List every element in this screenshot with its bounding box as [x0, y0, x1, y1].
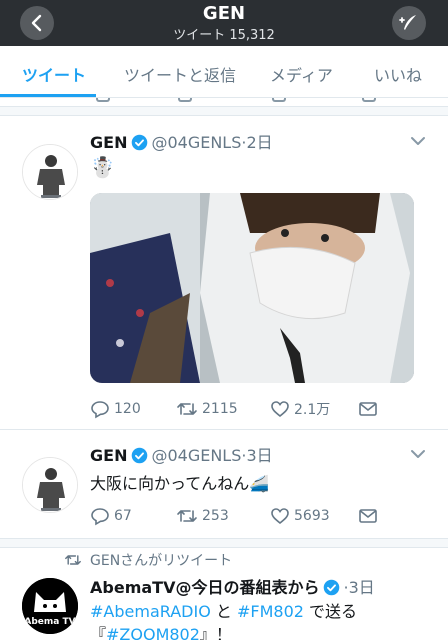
reply-icon: [91, 401, 109, 419]
avatar-figure: [23, 458, 77, 512]
tweet-text: 』！: [199, 625, 232, 640]
retweet-button[interactable]: 2115: [176, 399, 238, 419]
user-handle[interactable]: @04GENLS: [151, 133, 241, 152]
divider: [0, 538, 448, 548]
tweet-media-image[interactable]: [90, 193, 414, 383]
tweet-text: 『: [90, 625, 107, 640]
selfie-photo: [90, 193, 414, 383]
header-title: GEN: [202, 3, 246, 24]
like-button[interactable]: 5693: [270, 506, 330, 526]
tweet-text: 大阪に向かってんねん🚄: [90, 474, 270, 493]
tab-media[interactable]: メディア: [270, 62, 333, 86]
reply-count: 67: [114, 508, 132, 524]
hashtag-link[interactable]: #ZOOM802: [106, 625, 200, 640]
tweet-text: と: [210, 602, 237, 621]
chevron-down-icon[interactable]: [410, 448, 426, 460]
tweet-header: GEN @04GENLS·2日: [90, 133, 273, 152]
tweet-text: で送る: [303, 602, 358, 621]
tweet-actions: 67 253 5693: [90, 506, 390, 530]
tweet-timestamp[interactable]: 3日: [349, 578, 375, 597]
reply-count: 120: [114, 401, 141, 417]
avatar[interactable]: [22, 457, 78, 513]
share-button[interactable]: [358, 399, 382, 419]
tweet-header: AbemaTV@今日の番組表から ·3日: [90, 578, 375, 597]
tweet-text-line: 『#ZOOM802』！: [90, 621, 232, 640]
share-button[interactable]: [358, 506, 382, 526]
retweet-icon: [65, 555, 81, 565]
like-count: 2.1万: [294, 402, 331, 418]
tab-likes[interactable]: いいね: [374, 62, 422, 86]
avatar[interactable]: Abema TV: [22, 578, 78, 634]
tweet-card[interactable]: GEN @04GENLS·3日 大阪に向かってんねん🚄 67 253 5693: [0, 430, 448, 538]
verified-badge-icon: [132, 134, 148, 151]
abema-logo: Abema TV: [22, 578, 78, 634]
heart-icon: [271, 508, 289, 525]
verified-badge-icon: [132, 447, 148, 464]
abema-logo-text: Abema TV: [24, 617, 75, 627]
heart-icon: [271, 401, 289, 418]
chevron-down-icon[interactable]: [410, 135, 426, 147]
tweet-timestamp[interactable]: 3日: [246, 446, 272, 465]
profile-header: GEN ツイート 15,312: [0, 0, 448, 46]
tab-tweets-and-replies[interactable]: ツイートと返信: [124, 62, 236, 86]
tweet-timestamp[interactable]: 2日: [246, 133, 272, 152]
tweet-text: ☃️: [90, 155, 115, 179]
avatar[interactable]: [22, 144, 78, 200]
retweet-context-label: GENさんがリツイート: [90, 553, 233, 569]
tweet-header: GEN @04GENLS·3日: [90, 446, 273, 465]
retweet-count: 253: [202, 508, 229, 524]
compose-tweet-button[interactable]: [392, 6, 426, 40]
like-count: 5693: [294, 508, 330, 524]
retweet-count: 2115: [202, 401, 238, 417]
tab-tweets[interactable]: ツイート: [22, 62, 86, 86]
reply-button[interactable]: 120: [90, 399, 141, 419]
divider: [0, 106, 448, 116]
display-name[interactable]: GEN: [90, 446, 127, 465]
header-tweet-count: ツイート 15,312: [173, 28, 275, 43]
display-name[interactable]: GEN: [90, 133, 127, 152]
retweet-context[interactable]: GENさんがリツイート: [64, 550, 232, 570]
tweet-card[interactable]: GEN @04GENLS·2日 ☃️ 120 2115 2.1万: [0, 117, 448, 429]
hashtag-link[interactable]: #FM802: [237, 602, 304, 621]
avatar-figure: [23, 145, 77, 199]
previous-tweet-actions: [0, 98, 448, 106]
verified-badge-icon: [324, 579, 340, 596]
tweet-text-line: #AbemaRADIO と #FM802 で送る: [90, 598, 357, 622]
mail-icon: [359, 509, 377, 523]
reply-icon: [91, 508, 109, 526]
hashtag-link[interactable]: #AbemaRADIO: [90, 602, 211, 621]
retweet-icon: [177, 510, 197, 522]
active-tab-indicator: [0, 94, 96, 97]
compose-feather-icon: [399, 15, 416, 30]
retweet-icon: [177, 403, 197, 415]
retweet-button[interactable]: 253: [176, 506, 229, 526]
mail-icon: [359, 402, 377, 416]
like-button[interactable]: 2.1万: [270, 399, 330, 419]
display-name[interactable]: AbemaTV@今日の番組表から: [90, 578, 319, 597]
reply-button[interactable]: 67: [90, 506, 132, 526]
tweet-actions: 120 2115 2.1万: [90, 399, 390, 423]
user-handle[interactable]: @04GENLS: [151, 446, 241, 465]
profile-tabs: ツイート ツイートと返信 メディア いいね: [0, 46, 448, 98]
